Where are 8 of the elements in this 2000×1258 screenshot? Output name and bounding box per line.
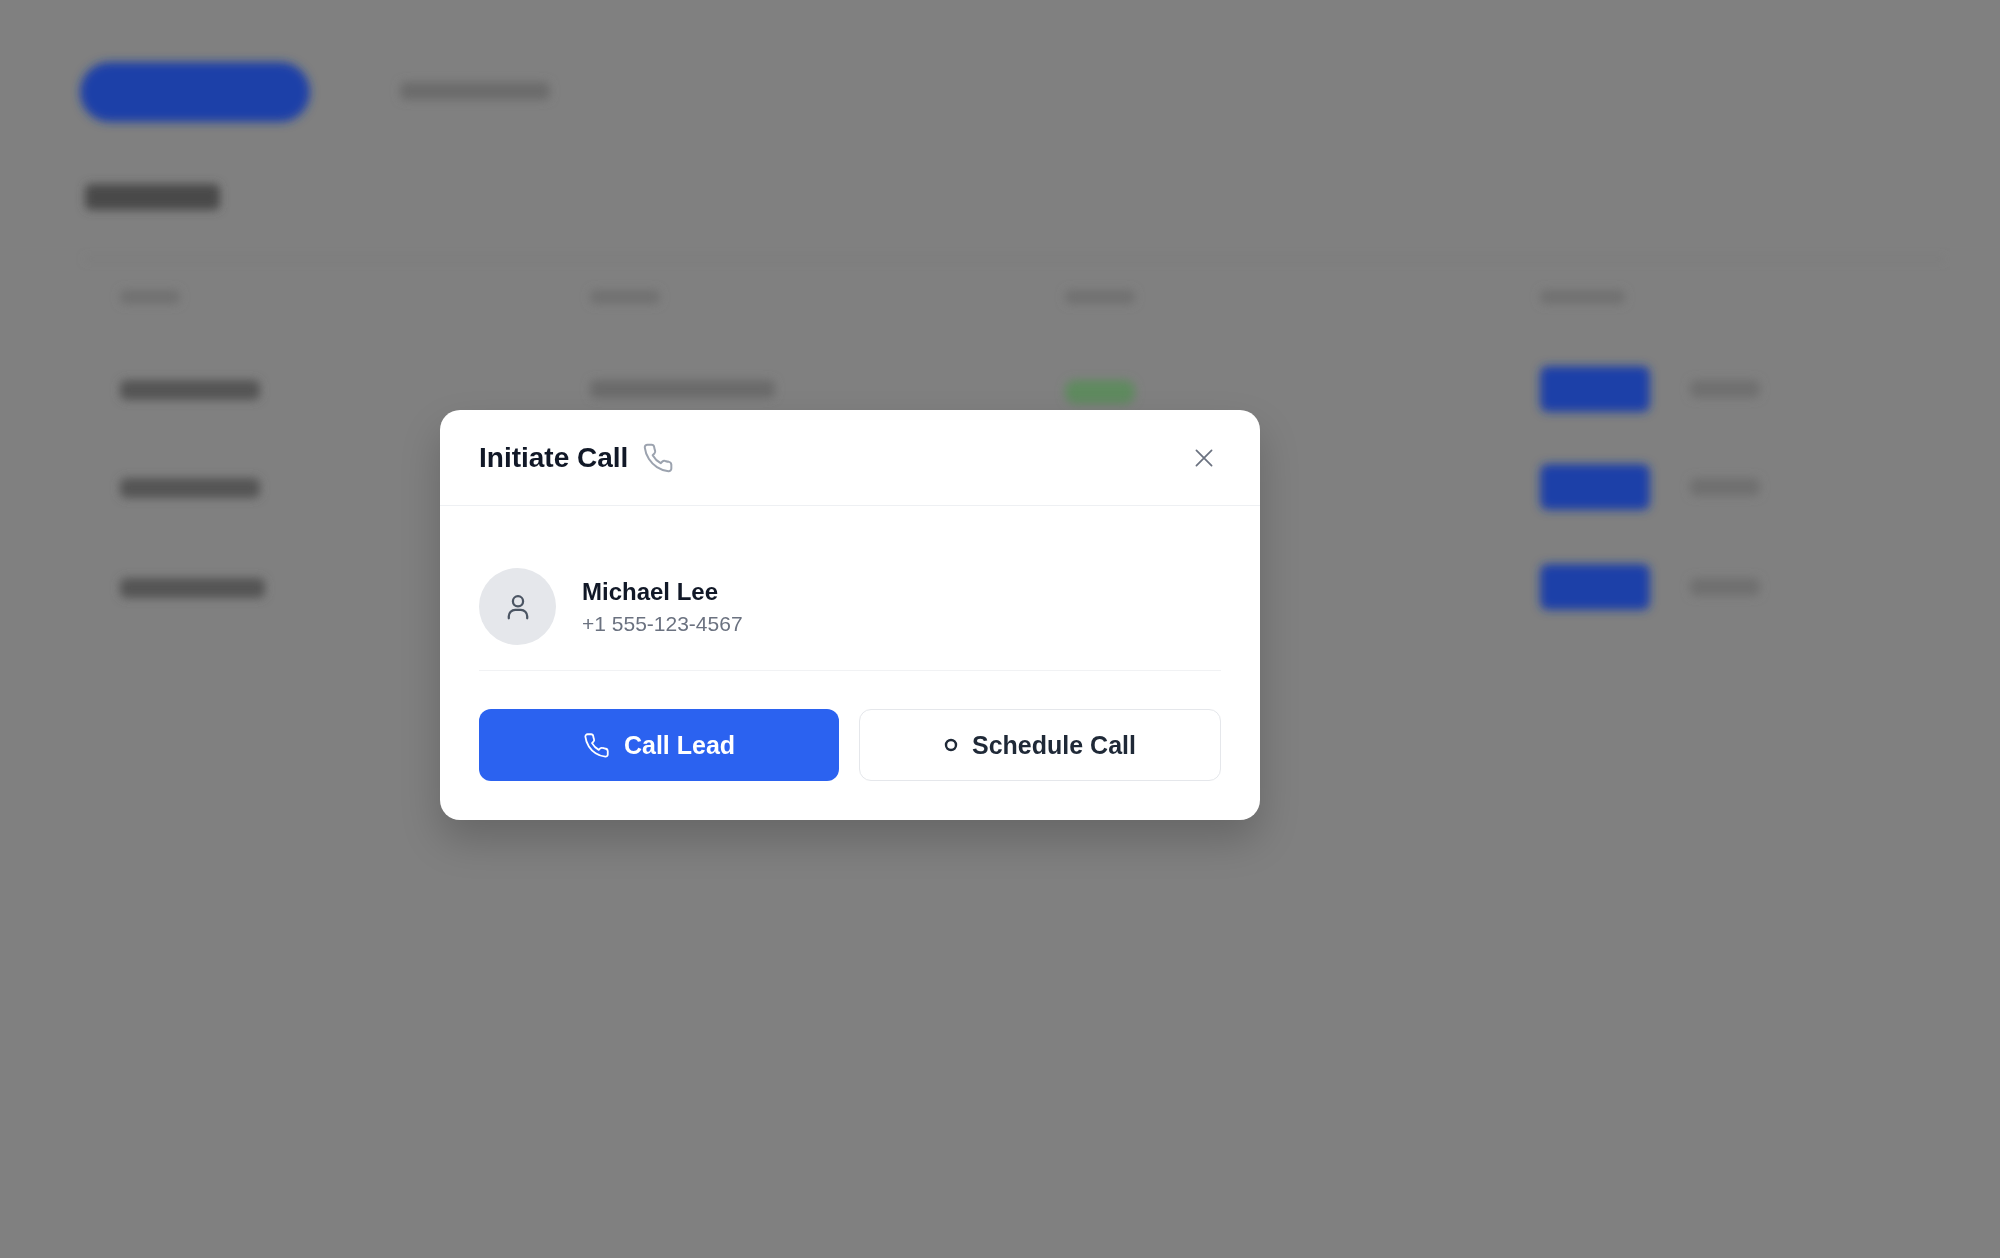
contact-name: Michael Lee [582, 577, 720, 606]
call-button[interactable]: Call Lead [479, 709, 839, 781]
dialog-title: Initiate Call [479, 441, 629, 474]
contact-phone: +1 555-123-4567 [582, 611, 743, 636]
phone-icon [642, 441, 675, 474]
circle-icon [944, 738, 958, 752]
schedule-button[interactable]: Schedule Call [859, 709, 1221, 781]
phone-icon [582, 731, 610, 759]
